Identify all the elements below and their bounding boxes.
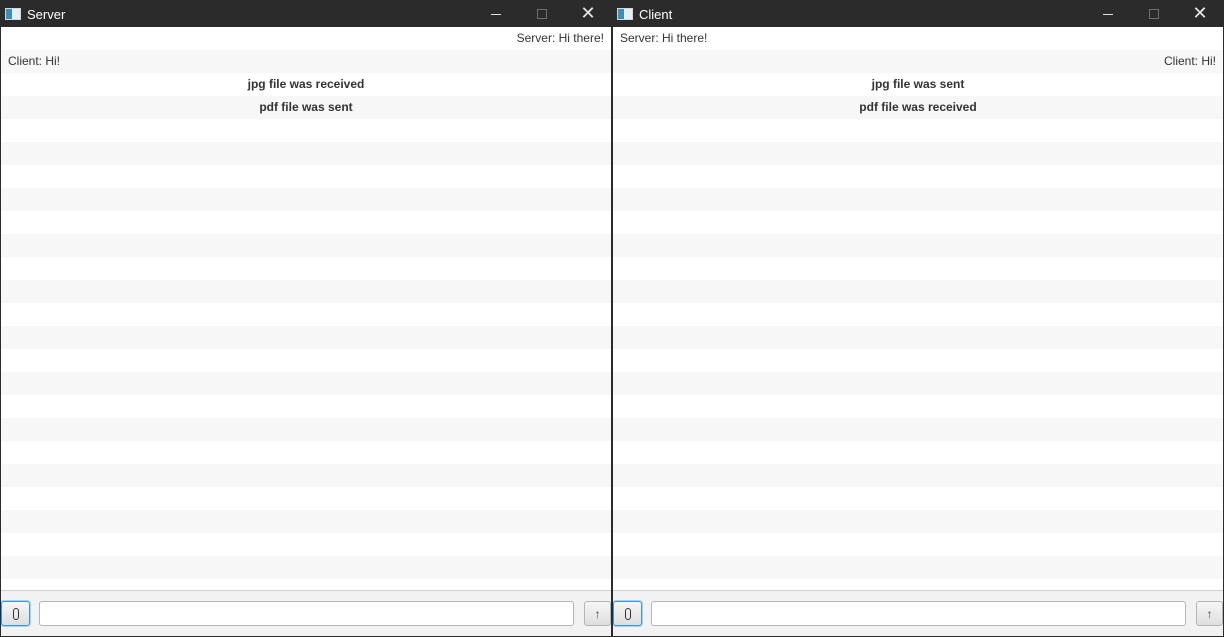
server-window: Server ✕ Server: Hi there! Client: Hi! j… [0, 0, 612, 637]
arrow-up-icon: ↑ [594, 606, 601, 621]
list-item[interactable]: Client: Hi! [613, 50, 1223, 73]
close-icon: ✕ [1192, 3, 1208, 24]
minimize-button[interactable] [1085, 1, 1131, 27]
window-title: Server [27, 6, 66, 22]
arrow-up-icon: ↑ [1206, 606, 1213, 621]
list-item[interactable]: pdf file was sent [1, 96, 611, 119]
list-item[interactable]: Server: Hi there! [1, 27, 611, 50]
maximize-button[interactable] [1131, 1, 1177, 27]
send-button[interactable]: ↑ [584, 601, 611, 626]
message-input[interactable] [39, 601, 574, 626]
title-bar[interactable]: Client ✕ [613, 1, 1223, 27]
message-list[interactable]: Server: Hi there! Client: Hi! jpg file w… [613, 27, 1223, 590]
window-controls: ✕ [1085, 1, 1223, 27]
list-item[interactable]: jpg file was sent [613, 73, 1223, 96]
close-icon: ✕ [580, 3, 596, 24]
client-window: Client ✕ Server: Hi there! Client: Hi! j… [612, 0, 1224, 637]
window-title: Client [639, 6, 673, 22]
message-input[interactable] [651, 601, 1186, 626]
paperclip-icon [12, 607, 19, 620]
app-window-icon [617, 8, 633, 20]
close-button[interactable]: ✕ [565, 1, 611, 27]
attach-file-button[interactable] [1, 601, 30, 626]
maximize-icon [1149, 9, 1159, 19]
list-item[interactable]: Client: Hi! [1, 50, 611, 73]
list-item[interactable]: jpg file was received [1, 73, 611, 96]
window-controls: ✕ [473, 1, 611, 27]
attach-file-button[interactable] [613, 601, 642, 626]
compose-bar: ↑ [1, 590, 611, 636]
maximize-button[interactable] [519, 1, 565, 27]
paperclip-icon [624, 607, 631, 620]
minimize-icon [491, 13, 501, 15]
title-bar[interactable]: Server ✕ [1, 1, 611, 27]
list-item[interactable]: pdf file was received [613, 96, 1223, 119]
message-list[interactable]: Server: Hi there! Client: Hi! jpg file w… [1, 27, 611, 590]
minimize-button[interactable] [473, 1, 519, 27]
maximize-icon [537, 9, 547, 19]
list-item[interactable]: Server: Hi there! [613, 27, 1223, 50]
send-button[interactable]: ↑ [1196, 601, 1223, 626]
close-button[interactable]: ✕ [1177, 1, 1223, 27]
app-window-icon [5, 8, 21, 20]
compose-bar: ↑ [613, 590, 1223, 636]
minimize-icon [1103, 13, 1113, 15]
